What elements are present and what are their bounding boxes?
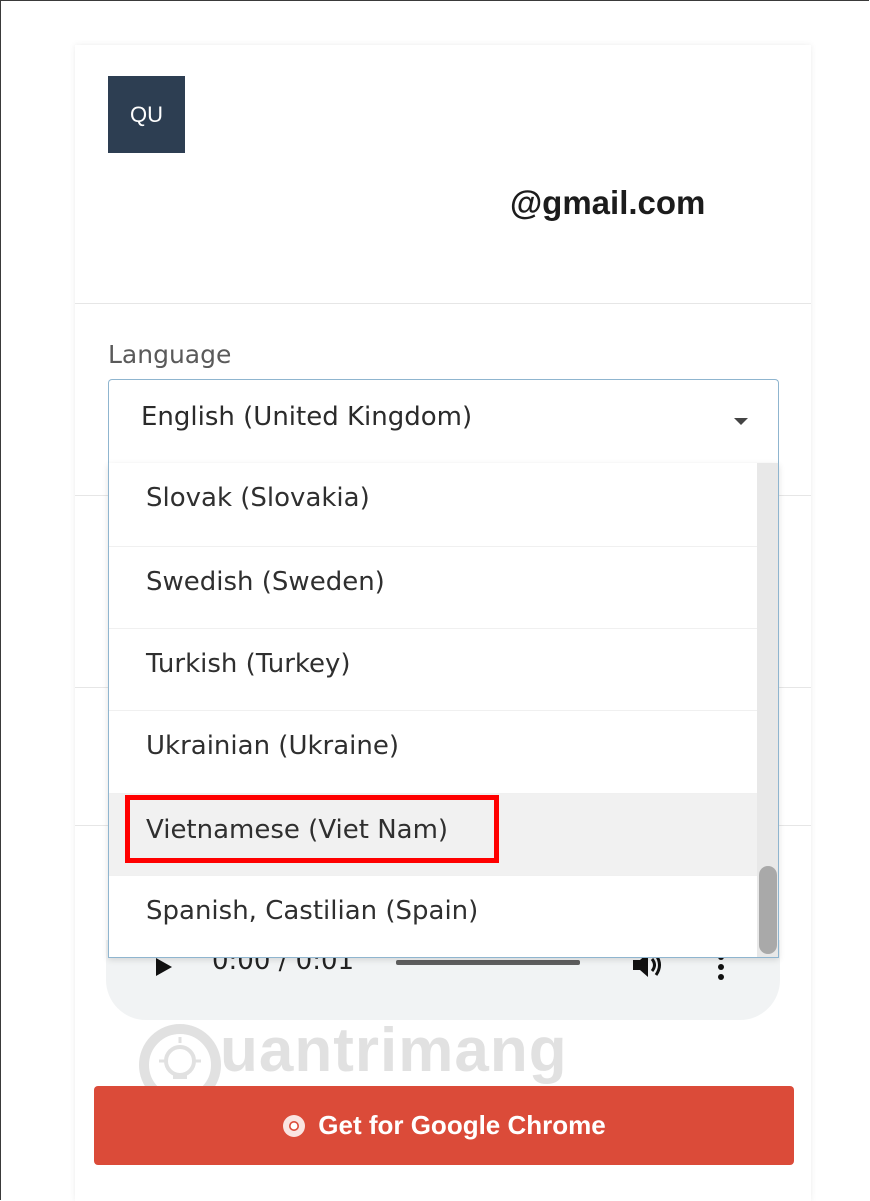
language-option-spanish[interactable]: Spanish, Castilian (Spain) xyxy=(109,875,757,957)
get-for-chrome-button[interactable]: Get for Google Chrome xyxy=(94,1086,794,1165)
language-dropdown: Slovak (Slovakia) Swedish (Sweden) Turki… xyxy=(108,463,779,958)
language-option-ukrainian[interactable]: Ukrainian (Ukraine) xyxy=(109,710,757,792)
audio-progress-bar[interactable] xyxy=(396,960,580,965)
option-label: Turkish (Turkey) xyxy=(146,649,351,679)
chrome-icon xyxy=(283,1114,306,1137)
language-option-vietnamese[interactable]: Vietnamese (Viet Nam) xyxy=(109,793,757,875)
language-option-swedish[interactable]: Swedish (Sweden) xyxy=(109,546,757,628)
language-select[interactable]: English (United Kingdom) xyxy=(108,379,779,463)
play-icon[interactable] xyxy=(156,958,172,976)
get-for-chrome-label: Get for Google Chrome xyxy=(318,1110,606,1140)
section-divider xyxy=(75,303,811,304)
language-selected-value: English (United Kingdom) xyxy=(141,402,473,432)
option-label: Ukrainian (Ukraine) xyxy=(146,731,400,761)
chevron-down-icon[interactable] xyxy=(734,418,748,425)
avatar[interactable]: QU xyxy=(108,76,185,153)
option-label: Slovak (Slovakia) xyxy=(146,483,370,513)
language-option-turkish[interactable]: Turkish (Turkey) xyxy=(109,628,757,710)
watermark-text: uantrimang xyxy=(220,1016,568,1085)
account-email: @gmail.com xyxy=(510,184,706,221)
option-label: Vietnamese (Viet Nam) xyxy=(146,815,449,845)
scrollbar-thumb[interactable] xyxy=(759,866,777,954)
option-label: Swedish (Sweden) xyxy=(146,567,385,597)
language-label: Language xyxy=(108,340,232,369)
option-label: Spanish, Castilian (Spain) xyxy=(146,896,479,926)
language-option-slovak[interactable]: Slovak (Slovakia) xyxy=(109,463,757,545)
